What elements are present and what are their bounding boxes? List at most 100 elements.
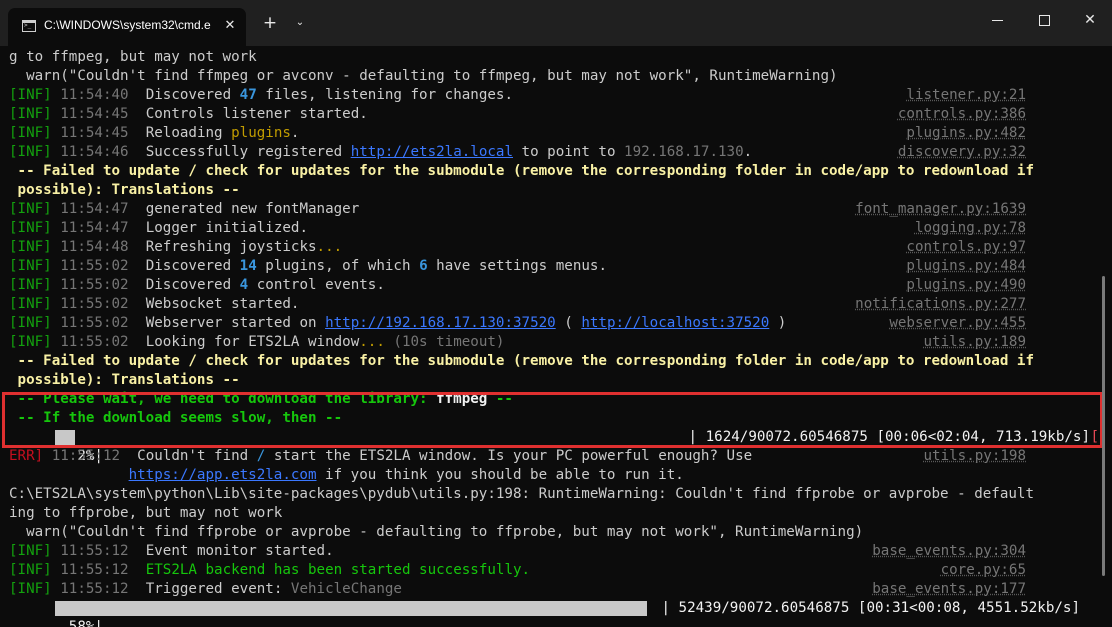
log-time: 11:55:02 (60, 258, 129, 274)
tab-cmd[interactable]: C:\WINDOWS\system32\cmd.e ✕ (8, 8, 246, 46)
log-time: 11:55:02 (60, 334, 129, 350)
progress-bar (55, 601, 647, 616)
app-ets2la-link[interactable]: https://app.ets2la.com (129, 467, 317, 483)
log-time: 11:54:47 (60, 201, 129, 217)
event-name: VehicleChange (290, 581, 402, 597)
log-time: 11:55:02 (60, 315, 129, 331)
log-line: [INF] 11:54:47 generated new fontManager… (9, 200, 1026, 219)
chevron-down-icon[interactable]: ⌄ (289, 12, 311, 34)
log-tag: ERR] (9, 448, 44, 464)
log-line: [INF] 11:55:02 Webserver started on http… (9, 314, 1026, 333)
new-tab-button[interactable]: + (258, 12, 282, 34)
log-tag: [INF] (9, 125, 52, 141)
log-tag: [INF] (9, 334, 52, 350)
log-tag: [INF] (9, 562, 52, 578)
log-msg: Controls listener started. (145, 106, 368, 122)
log-msg: (10s timeout) (384, 334, 505, 350)
log-time: 11:55:02 (60, 277, 129, 293)
log-line: [INF] 11:54:47 Logger initialized. loggin… (9, 219, 1026, 238)
log-msg: ETS2LA backend has been started successf… (145, 562, 531, 578)
log-line: [INF] 11:54:46 Successfully registered h… (9, 143, 1026, 162)
log-time: 11:54:45 (60, 106, 129, 122)
progress-stats: | 52439/90072.60546875 [00:31<00:08, 455… (661, 600, 1080, 616)
log-msg: control events. (248, 277, 385, 293)
log-source: controls.py:97 (906, 239, 1026, 255)
log-source: utils.py:198 (923, 448, 1027, 464)
log-source: font_manager.py:1639 (855, 201, 1026, 217)
log-msg: ) (769, 315, 787, 331)
log-time: 11:54:46 (60, 144, 129, 160)
log-msg: . (290, 125, 300, 141)
log-line: ERR] 11:55:12 Couldn't find / start the … (9, 447, 1026, 466)
minimize-button[interactable] (974, 0, 1020, 40)
output-line: warn("Couldn't find ffmpeg or avconv - d… (9, 67, 837, 86)
log-time: 11:55:02 (60, 296, 129, 312)
tab-title: C:\WINDOWS\system32\cmd.e (44, 18, 211, 32)
scrollbar[interactable] (1102, 276, 1105, 576)
log-tag: [INF] (9, 201, 52, 217)
log-line: [INF] 11:55:12 ETS2LA backend has been s… (9, 561, 1026, 580)
log-time: 11:55:12 (60, 562, 129, 578)
log-time: 11:54:48 (60, 239, 129, 255)
warning-line: -- Failed to update / check for updates … (9, 353, 1034, 369)
log-tag: [INF] (9, 277, 52, 293)
warning-line: possible): Translations -- (9, 372, 240, 388)
localhost-link[interactable]: http://localhost:37520 (581, 315, 769, 331)
log-line: [INF] 11:55:02 Looking for ETS2LA window… (9, 333, 1026, 352)
log-msg: Refreshing joysticks (145, 239, 317, 255)
log-number: 4 (239, 277, 249, 293)
log-source: plugins.py:490 (906, 277, 1026, 293)
log-time: 11:55:12 (51, 448, 121, 464)
ets2la-local-link[interactable]: http://ets2la.local (351, 144, 513, 160)
log-msg: Triggered event: (145, 581, 291, 597)
warning-line: -- Failed to update / check for updates … (9, 163, 1034, 179)
output-line: ing to ffprobe, but may not work (9, 505, 283, 521)
tab-close-icon[interactable]: ✕ (220, 16, 240, 36)
terminal-window: C:\WINDOWS\system32\cmd.e ✕ + ⌄ ✕ g to f… (0, 0, 1112, 627)
log-source: controls.py:386 (897, 106, 1026, 122)
log-msg: files, listening for changes. (256, 87, 514, 103)
log-tag: [INF] (9, 315, 52, 331)
title-bar[interactable]: C:\WINDOWS\system32\cmd.e ✕ + ⌄ ✕ (0, 0, 1112, 46)
log-tag: [INF] (9, 106, 52, 122)
log-tag: [INF] (9, 296, 52, 312)
log-line: [INF] 11:54:40 Discovered 47 files, list… (9, 86, 1026, 105)
terminal-output[interactable]: g to ffmpeg, but may not work warn("Coul… (0, 48, 1100, 627)
minimize-icon (991, 19, 1003, 21)
log-msg: Webserver started on (145, 315, 326, 331)
output-line: g to ffmpeg, but may not work (9, 48, 257, 67)
log-msg: Reloading (145, 125, 232, 141)
log-msg: Logger initialized. (145, 220, 308, 236)
log-msg: generated new fontManager (145, 201, 360, 217)
log-highlight: ... (316, 239, 343, 255)
log-line: [INF] 11:55:12 Event monitor started. bas… (9, 542, 1026, 561)
log-source: webserver.py:455 (889, 315, 1026, 331)
log-tag: [INF] (9, 220, 52, 236)
log-line: [INF] 11:55:12 Triggered event: VehicleC… (9, 580, 1026, 599)
close-button[interactable]: ✕ (1067, 0, 1112, 40)
maximize-button[interactable] (1021, 0, 1067, 40)
log-msg: Discovered (145, 277, 240, 293)
log-msg: . (743, 144, 753, 160)
log-msg: to point to (513, 144, 625, 160)
log-time: 11:55:12 (60, 581, 129, 597)
log-msg: Looking for ETS2LA window (145, 334, 360, 350)
log-number: 6 (419, 258, 428, 274)
log-line: [INF] 11:54:45 Reloading plugins. plugins… (9, 124, 1026, 143)
output-line: C:\ETS2LA\system\python\Lib\site-package… (9, 486, 1034, 502)
ip-address: 192.168.17.130 (624, 144, 744, 160)
log-source: core.py:65 (940, 562, 1026, 578)
log-tag: [INF] (9, 239, 52, 255)
log-time: 11:54:45 (60, 125, 129, 141)
log-time: 11:55:12 (60, 543, 129, 559)
log-line: [INF] 11:54:45 Controls listener started… (9, 105, 1026, 124)
log-source: logging.py:78 (914, 220, 1026, 236)
log-time: 11:54:40 (60, 87, 129, 103)
webserver-ip-link[interactable]: http://192.168.17.130:37520 (325, 315, 556, 331)
log-msg: Successfully registered (145, 144, 351, 160)
log-line: [INF] 11:54:48 Refreshing joysticks... co… (9, 238, 1026, 257)
log-slash: / (256, 448, 266, 464)
log-msg: if you think you should be able to run i… (316, 467, 684, 483)
log-source: discovery.py:32 (897, 144, 1026, 160)
